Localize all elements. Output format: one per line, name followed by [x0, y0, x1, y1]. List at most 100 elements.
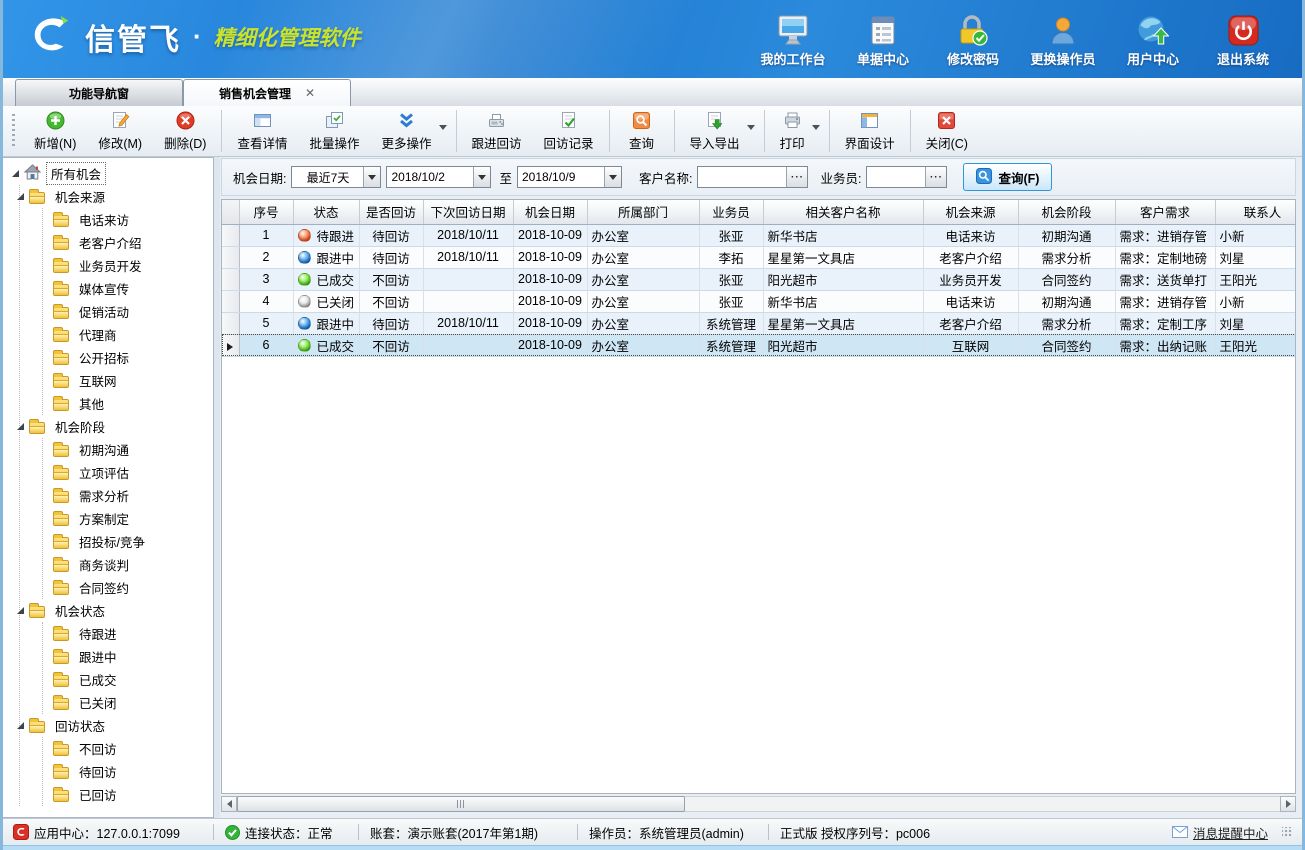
tree-leaf-item[interactable]: 促销活动 — [74, 300, 134, 323]
tree-item-all-opportunities[interactable]: 所有机会 — [46, 162, 106, 185]
more-operations-button[interactable]: 更多操作 — [371, 108, 452, 154]
visit-record-button[interactable]: 回访记录 — [533, 108, 605, 154]
table-row[interactable]: 3已成交不回访2018-10-09办公室张亚阳光超市业务员开发合同签约需求：送货… — [222, 268, 1296, 290]
column-header[interactable]: 相关客户名称 — [763, 200, 923, 224]
date-range-select[interactable]: 最近7天 — [291, 166, 381, 188]
close-tab-icon[interactable] — [305, 87, 315, 99]
scrollbar-thumb[interactable] — [237, 796, 685, 812]
import-export-button[interactable]: 导入导出 — [679, 108, 760, 154]
tree-leaf-item[interactable]: 待回访 — [74, 760, 122, 783]
tree-leaf-item[interactable]: 立项评估 — [74, 461, 134, 484]
customer-lookup-button[interactable] — [786, 167, 807, 187]
tree-leaf-item[interactable]: 已关闭 — [74, 691, 122, 714]
column-header[interactable]: 下次回访日期 — [423, 200, 513, 224]
nav-password[interactable]: 修改密码 — [930, 12, 1016, 68]
resize-grip[interactable] — [1282, 827, 1292, 837]
tree-leaf-item[interactable]: 电话来访 — [74, 208, 134, 231]
query-button[interactable]: 查询 — [614, 108, 670, 154]
batch-operation-button[interactable]: 批量操作 — [298, 108, 370, 154]
tree-leaf-item[interactable]: 公开招标 — [74, 346, 134, 369]
column-header[interactable]: 机会来源 — [923, 200, 1018, 224]
search-icon — [976, 168, 992, 187]
table-row[interactable]: 6已成交不回访2018-10-09办公室系统管理阳光超市互联网合同签约需求：出纳… — [222, 334, 1296, 356]
tree-leaf-item[interactable]: 媒体宣传 — [74, 277, 134, 300]
dropdown-arrow-icon[interactable] — [812, 125, 820, 130]
cell: 小新 — [1215, 290, 1296, 312]
column-header[interactable]: 业务员 — [699, 200, 763, 224]
message-center-link[interactable]: 消息提醒中心 — [1193, 823, 1268, 842]
dropdown-arrow-icon[interactable] — [747, 125, 755, 130]
dropdown-arrow-icon[interactable] — [439, 125, 447, 130]
tree-leaf-item[interactable]: 其他 — [74, 392, 109, 415]
tree-leaf-item[interactable]: 初期沟通 — [74, 438, 134, 461]
tree-leaf-item[interactable]: 老客户介绍 — [74, 231, 147, 254]
nav-label: 单据中心 — [857, 49, 909, 68]
column-header[interactable]: 序号 — [239, 200, 293, 224]
expander-icon[interactable] — [17, 607, 24, 614]
expander-icon[interactable] — [17, 423, 24, 430]
modify-button[interactable]: 修改(M) — [87, 108, 153, 154]
table-row[interactable]: 5跟进中待回访2018/10/112018-10-09办公室系统管理星星第一文具… — [222, 312, 1296, 334]
tree-group-item[interactable]: 机会来源 — [50, 185, 110, 208]
column-header[interactable]: 客户需求 — [1115, 200, 1215, 224]
nav-user-center[interactable]: 用户中心 — [1110, 12, 1196, 68]
tree-leaf-item[interactable]: 业务员开发 — [74, 254, 147, 277]
date-to-select[interactable]: 2018/10/9 — [517, 166, 622, 188]
chevron-down-icon[interactable] — [604, 167, 621, 187]
tree-leaf-item[interactable]: 方案制定 — [74, 507, 134, 530]
tree-group-item[interactable]: 回访状态 — [50, 714, 110, 737]
salesman-input[interactable] — [867, 167, 925, 187]
ui-design-button[interactable]: 界面设计 — [834, 108, 906, 154]
cell: 需求：进销存管 — [1115, 290, 1215, 312]
view-detail-button[interactable]: 查看详情 — [226, 108, 298, 154]
scroll-right-button[interactable] — [1280, 796, 1296, 812]
follow-up-visit-button[interactable]: 跟进回访 — [461, 108, 533, 154]
scroll-left-button[interactable] — [221, 796, 237, 812]
tab-function-nav[interactable]: 功能导航窗 — [15, 79, 183, 106]
print-button[interactable]: 打印 — [769, 108, 825, 154]
nav-workbench[interactable]: 我的工作台 — [750, 12, 836, 68]
tree-group-item[interactable]: 机会状态 — [50, 599, 110, 622]
table-row[interactable]: 1待跟进待回访2018/10/112018-10-09办公室张亚新华书店电话来访… — [222, 224, 1296, 246]
date-from-select[interactable]: 2018/10/2 — [386, 166, 491, 188]
tree-leaf-item[interactable]: 跟进中 — [74, 645, 122, 668]
query-button[interactable]: 查询(F) — [963, 163, 1052, 191]
column-header[interactable]: 机会日期 — [513, 200, 587, 224]
tree-leaf: 业务员开发 — [43, 254, 213, 277]
nav-exit[interactable]: 退出系统 — [1200, 12, 1286, 68]
expander-icon[interactable] — [17, 722, 24, 729]
expander-icon[interactable] — [17, 193, 24, 200]
tab-sales-opportunity[interactable]: 销售机会管理 — [183, 79, 351, 106]
customer-name-input[interactable] — [698, 167, 786, 187]
table-row[interactable]: 2跟进中待回访2018/10/112018-10-09办公室李拓星星第一文具店老… — [222, 246, 1296, 268]
tree-leaf-item[interactable]: 合同签约 — [74, 576, 134, 599]
add-button[interactable]: 新增(N) — [23, 108, 87, 154]
table-row[interactable]: 4已关闭不回访2018-10-09办公室张亚新华书店电话来访初期沟通需求：进销存… — [222, 290, 1296, 312]
password-icon — [957, 12, 989, 46]
column-header[interactable]: 是否回访 — [359, 200, 423, 224]
tree-leaf-item[interactable]: 已回访 — [74, 783, 122, 806]
scrollbar-track[interactable] — [237, 796, 1280, 812]
tree-group-item[interactable]: 机会阶段 — [50, 415, 110, 438]
chevron-down-icon[interactable] — [363, 167, 380, 187]
column-header[interactable]: 状态 — [293, 200, 359, 224]
column-header[interactable]: 联系人 — [1215, 200, 1296, 224]
tree-leaf-item[interactable]: 待跟进 — [74, 622, 122, 645]
salesman-lookup-button[interactable] — [925, 167, 946, 187]
tree-leaf-item[interactable]: 商务谈判 — [74, 553, 134, 576]
column-header[interactable]: 所属部门 — [587, 200, 699, 224]
toolbar-grip[interactable] — [12, 114, 15, 148]
tree-leaf-item[interactable]: 需求分析 — [74, 484, 134, 507]
tree-leaf-item[interactable]: 已成交 — [74, 668, 122, 691]
tree-leaf-item[interactable]: 招投标/竞争 — [74, 530, 150, 553]
chevron-down-icon[interactable] — [473, 167, 490, 187]
tree-leaf-item[interactable]: 不回访 — [74, 737, 122, 760]
expander-icon[interactable] — [12, 170, 19, 177]
close-button[interactable]: 关闭(C) — [915, 108, 979, 154]
column-header[interactable]: 机会阶段 — [1018, 200, 1115, 224]
tree-leaf-item[interactable]: 代理商 — [74, 323, 122, 346]
delete-button[interactable]: 删除(D) — [153, 108, 217, 154]
nav-switch-user[interactable]: 更换操作员 — [1020, 12, 1106, 68]
nav-doc-center[interactable]: 单据中心 — [840, 12, 926, 68]
tree-leaf-item[interactable]: 互联网 — [74, 369, 122, 392]
